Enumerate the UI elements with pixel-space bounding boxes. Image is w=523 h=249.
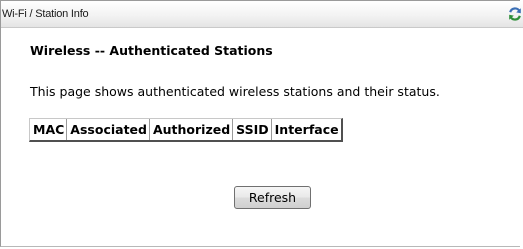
title-bar: Wi-Fi / Station Info xyxy=(1,1,523,28)
refresh-icon[interactable] xyxy=(508,6,522,22)
stations-table: MAC Associated Authorized SSID Interface xyxy=(29,118,343,142)
column-header-authorized: Authorized xyxy=(148,119,232,140)
breadcrumb: Wi-Fi / Station Info xyxy=(2,8,89,20)
column-header-interface: Interface xyxy=(270,119,341,140)
refresh-button[interactable]: Refresh xyxy=(234,186,311,209)
column-header-ssid: SSID xyxy=(232,119,270,140)
table-header-row: MAC Associated Authorized SSID Interface xyxy=(30,119,341,140)
column-header-mac: MAC xyxy=(33,122,65,137)
refresh-icon-graphic xyxy=(509,7,521,21)
page-description: This page shows authenticated wireless s… xyxy=(30,84,440,99)
column-header-associated: Associated xyxy=(66,119,149,140)
page-heading: Wireless -- Authenticated Stations xyxy=(30,43,273,58)
